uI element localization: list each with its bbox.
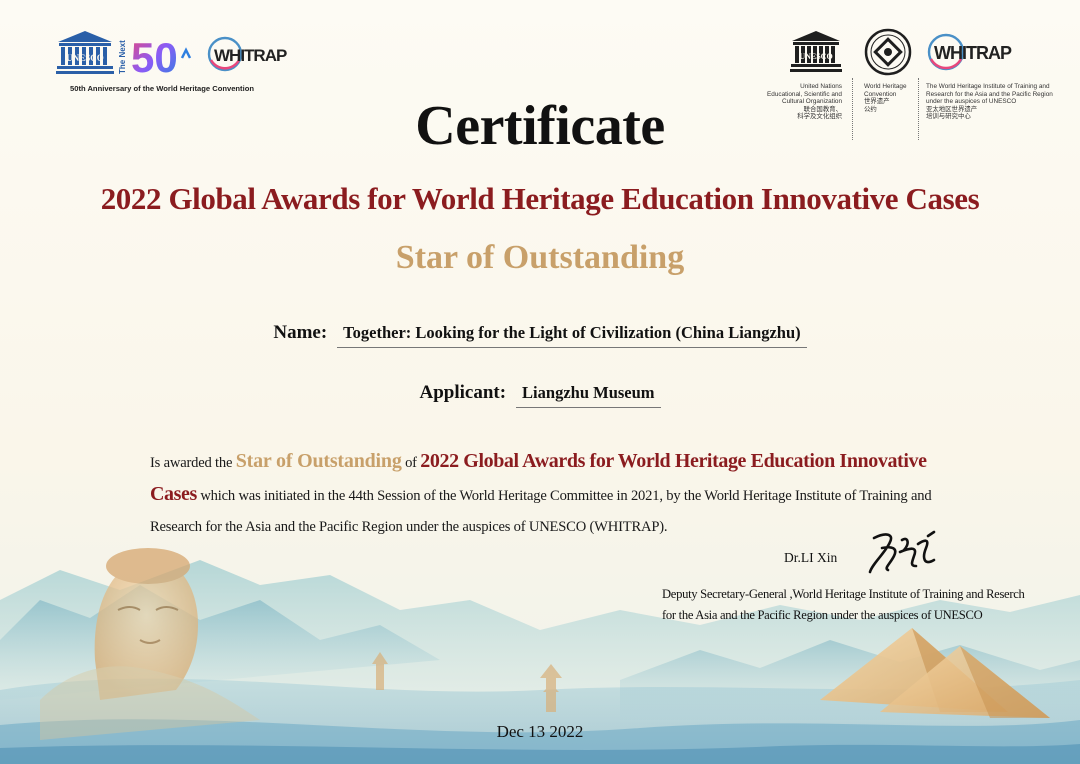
- award-level: Star of Outstanding: [395, 239, 685, 276]
- statement-award-level: Star of Outstanding: [235, 450, 402, 472]
- unesco-temple-logo-icon: UNESCO: [56, 31, 114, 74]
- applicant-label: Applicant:: [419, 382, 507, 403]
- next50-small-text: The Next: [118, 40, 127, 74]
- signer-title: Deputy Secretary-General ,World Heritage…: [662, 587, 1025, 622]
- award-statement: Is awarded the Star of Outstanding of 20…: [150, 446, 950, 543]
- signer-name: Dr.LI Xin: [784, 550, 838, 565]
- statement-text: Is awarded the: [150, 455, 236, 471]
- whitrap-logo-left-icon: WHITRAP: [207, 36, 288, 72]
- statement-text: of: [401, 455, 421, 471]
- world-heritage-emblem-icon: [864, 28, 912, 76]
- name-value: Together: Looking for the Light of Civil…: [337, 322, 807, 348]
- unesco-logo-text: UNESCO: [66, 53, 104, 63]
- name-label: Name:: [273, 322, 328, 343]
- name-row: Name: Together: Looking for the Light of…: [0, 322, 1080, 348]
- unesco-logo-icon: UNESCO: [790, 31, 842, 72]
- applicant-row: Applicant: Liangzhu Museum: [0, 382, 1080, 408]
- whitrap-logo-right-icon: WHITRAP: [927, 33, 1013, 71]
- header-left-logos: UNESCO The Next 50 WHITRAP 50th Annivers…: [56, 30, 306, 94]
- next-50-logo-icon: The Next 50: [118, 34, 192, 76]
- certificate-date: Dec 13 2022: [496, 722, 584, 741]
- statement-text: which was initiated in the 44th Session …: [150, 488, 932, 535]
- unesco-logo-right-text: UNESCO: [799, 52, 832, 61]
- award-title: 2022 Global Awards for World Heritage Ed…: [100, 181, 980, 216]
- whitrap-logo-left-text: WHITRAP: [214, 46, 287, 65]
- certificate-title: Certificate: [415, 95, 665, 157]
- applicant-value: Liangzhu Museum: [516, 382, 661, 408]
- handwritten-signature-icon: [868, 530, 936, 574]
- next50-big-number: 50: [131, 34, 178, 76]
- certificate-page: UNESCO The Next 50 WHITRAP 50th Annivers…: [0, 0, 1080, 764]
- whitrap-logo-right-text: WHITRAP: [934, 43, 1012, 63]
